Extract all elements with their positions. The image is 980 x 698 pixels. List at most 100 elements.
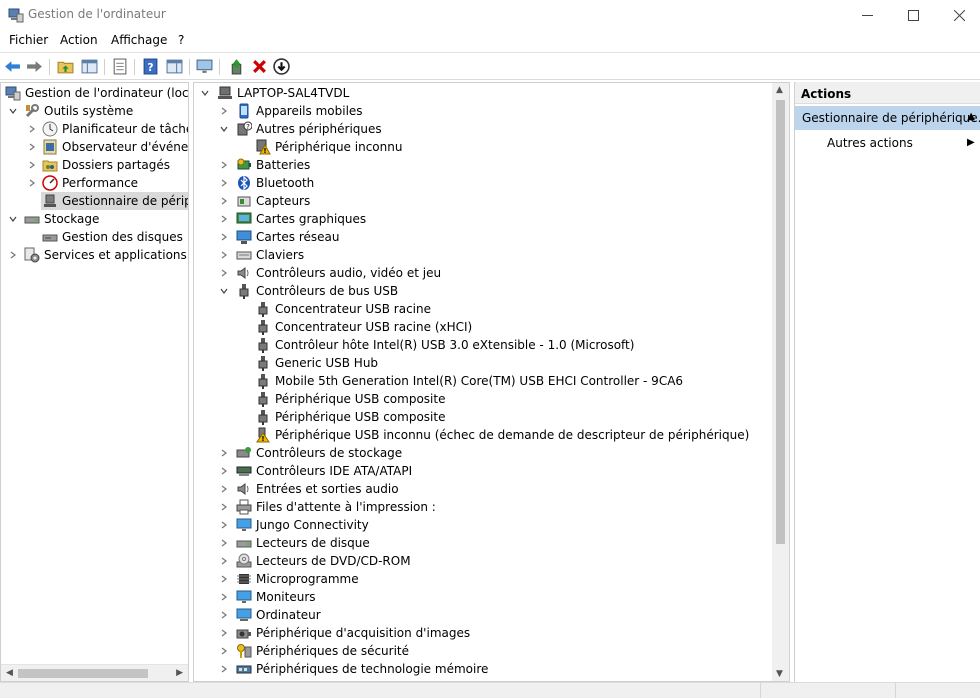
chevron-right-icon[interactable] [218, 501, 230, 513]
disable-device-icon[interactable] [272, 57, 291, 76]
vertical-scrollbar[interactable]: ▲ ▼ [772, 83, 789, 681]
tree-item-task-scheduler[interactable]: Planificateur de tâches [42, 120, 188, 138]
chevron-down-icon[interactable] [199, 87, 211, 99]
device-tree-item[interactable]: Contrôleur hôte Intel(R) USB 3.0 eXtensi… [255, 336, 634, 354]
device-tree-item[interactable]: ? Autres périphériques [236, 120, 382, 138]
device-tree-item[interactable]: Concentrateur USB racine (xHCI) [255, 318, 472, 336]
device-tree-item[interactable]: Contrôleurs de stockage [236, 444, 402, 462]
device-tree-item[interactable]: Contrôleurs audio, vidéo et jeu [236, 264, 441, 282]
tree-item-computer-management[interactable]: Gestion de l'ordinateur (local) [5, 84, 188, 102]
chevron-right-icon[interactable] [26, 177, 38, 189]
scroll-right-icon[interactable]: ▶ [176, 668, 183, 678]
device-tree-item[interactable]: Contrôleurs de bus USB [236, 282, 398, 300]
menu-affichage[interactable]: Affichage [111, 33, 167, 47]
monitor-icon[interactable] [195, 57, 214, 76]
device-tree-item[interactable]: Moniteurs [236, 588, 316, 606]
tree-item-system-tools[interactable]: Outils système [24, 102, 133, 120]
back-icon[interactable] [3, 57, 22, 76]
tree-item-event-viewer[interactable]: Observateur d'événeme [42, 138, 188, 156]
chevron-right-icon[interactable] [218, 159, 230, 171]
actions-section-device-manager[interactable]: Gestionnaire de périphérique... ▲ [795, 106, 980, 130]
close-button[interactable] [936, 0, 980, 30]
chevron-right-icon[interactable] [218, 555, 230, 567]
chevron-right-icon[interactable] [218, 177, 230, 189]
chevron-right-icon[interactable] [218, 231, 230, 243]
tree-item-device-manager[interactable]: Gestionnaire de périphé [41, 192, 188, 210]
up-folder-icon[interactable] [56, 57, 75, 76]
chevron-right-icon[interactable] [218, 105, 230, 117]
minimize-button[interactable] [844, 0, 890, 30]
menu-fichier[interactable]: Fichier [9, 33, 48, 47]
chevron-right-icon[interactable] [218, 213, 230, 225]
uninstall-icon[interactable] [250, 57, 269, 76]
device-tree-item[interactable]: Concentrateur USB racine [255, 300, 431, 318]
device-tree-item[interactable]: Contrôleurs IDE ATA/ATAPI [236, 462, 412, 480]
help-icon[interactable]: ? [141, 57, 160, 76]
device-tree-item[interactable]: ! Périphérique inconnu [255, 138, 402, 156]
chevron-right-icon[interactable] [26, 159, 38, 171]
chevron-right-icon[interactable] [218, 627, 230, 639]
scrollbar-thumb[interactable] [18, 669, 148, 678]
chevron-right-icon[interactable] [218, 465, 230, 477]
device-tree-item[interactable]: Lecteurs de disque [236, 534, 370, 552]
device-tree-item[interactable]: Périphérique d'acquisition d'images [236, 624, 470, 642]
device-tree-item[interactable]: Bluetooth [236, 174, 314, 192]
chevron-right-icon[interactable] [7, 249, 19, 261]
chevron-right-icon[interactable] [218, 573, 230, 585]
device-tree-item[interactable]: Claviers [236, 246, 304, 264]
chevron-right-icon[interactable] [26, 123, 38, 135]
forward-icon[interactable] [25, 57, 44, 76]
chevron-down-icon[interactable] [7, 105, 19, 117]
maximize-button[interactable] [890, 0, 936, 30]
device-tree-item[interactable]: Appareils mobiles [236, 102, 363, 120]
device-tree-item[interactable]: Lecteurs de DVD/CD-ROM [236, 552, 411, 570]
menu-action[interactable]: Action [60, 33, 98, 47]
chevron-right-icon[interactable] [218, 483, 230, 495]
chevron-right-icon[interactable] [218, 663, 230, 675]
chevron-right-icon[interactable] [218, 537, 230, 549]
device-tree-item[interactable]: Entrées et sorties audio [236, 480, 399, 498]
chevron-right-icon[interactable] [218, 267, 230, 279]
device-tree-item[interactable]: Files d'attente à l'impression : [236, 498, 436, 516]
device-tree-item[interactable]: Périphérique USB composite [255, 408, 445, 426]
scroll-down-icon[interactable]: ▼ [776, 669, 783, 679]
device-tree-item[interactable]: Microprogramme [236, 570, 359, 588]
device-tree-item[interactable]: Ordinateur [236, 606, 321, 624]
scroll-up-icon[interactable]: ▲ [776, 85, 783, 95]
device-tree-item[interactable]: Cartes réseau [236, 228, 339, 246]
chevron-down-icon[interactable] [218, 123, 230, 135]
device-tree-item[interactable]: Jungo Connectivity [236, 516, 369, 534]
chevron-right-icon[interactable] [218, 609, 230, 621]
chevron-right-icon[interactable] [218, 591, 230, 603]
show-hide-action-icon[interactable] [165, 57, 184, 76]
chevron-right-icon[interactable] [26, 141, 38, 153]
menu-help[interactable]: ? [178, 33, 184, 47]
update-driver-icon[interactable] [227, 57, 246, 76]
device-tree-item[interactable]: Mobile 5th Generation Intel(R) Core(TM) … [255, 372, 683, 390]
device-tree-item[interactable]: Périphérique USB composite [255, 390, 445, 408]
chevron-right-icon[interactable] [218, 645, 230, 657]
submenu-arrow-icon[interactable]: ▶ [967, 137, 975, 148]
chevron-right-icon[interactable] [218, 447, 230, 459]
tree-item-storage[interactable]: Stockage [24, 210, 99, 228]
chevron-down-icon[interactable] [218, 285, 230, 297]
action-other-actions[interactable]: Autres actions [827, 136, 913, 150]
chevron-down-icon[interactable] [7, 213, 19, 225]
device-tree-item[interactable]: Cartes graphiques [236, 210, 366, 228]
properties-icon[interactable] [110, 57, 129, 76]
horizontal-scrollbar[interactable]: ◀ ▶ [1, 664, 188, 681]
device-tree-item[interactable]: Capteurs [236, 192, 310, 210]
tree-item-disk-management[interactable]: Gestion des disques [42, 228, 183, 246]
tree-item-services-apps[interactable]: Services et applications [24, 246, 187, 264]
device-tree-item[interactable]: Périphériques de sécurité [236, 642, 409, 660]
tree-item-performance[interactable]: Performance [42, 174, 138, 192]
show-hide-tree-icon[interactable] [80, 57, 99, 76]
scroll-left-icon[interactable]: ◀ [6, 668, 13, 678]
tree-item-shared-folders[interactable]: Dossiers partagés [42, 156, 170, 174]
device-tree-item[interactable]: Generic USB Hub [255, 354, 378, 372]
chevron-right-icon[interactable] [218, 519, 230, 531]
chevron-right-icon[interactable] [218, 195, 230, 207]
collapse-icon[interactable]: ▲ [967, 111, 975, 122]
chevron-right-icon[interactable] [218, 249, 230, 261]
device-tree-item[interactable]: ! Périphérique USB inconnu (échec de dema… [255, 426, 749, 444]
